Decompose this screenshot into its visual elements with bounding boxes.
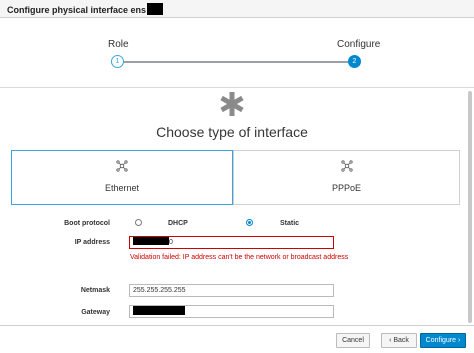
gateway-label: Gateway — [81, 309, 110, 316]
step-role-label: Role — [108, 39, 129, 50]
back-button[interactable]: ‹ Back — [381, 333, 417, 348]
dialog-body: Choose type of interface Ethernet PPPoE … — [0, 89, 474, 325]
type-card-ethernet-label: Ethernet — [104, 183, 140, 193]
dialog-title-text: Configure physical interface ens — [7, 5, 147, 15]
radio-static[interactable] — [246, 219, 253, 226]
ip-address-input[interactable]: 0 — [129, 236, 334, 249]
body-scrollbar[interactable] — [468, 89, 473, 325]
step-role-dot[interactable]: 1 — [111, 55, 124, 68]
asterisk-icon — [220, 92, 244, 116]
step-configure-dot: 2 — [348, 55, 361, 68]
ip-address-label: IP address — [74, 239, 110, 246]
dialog-title: Configure physical interface ens — [7, 3, 164, 15]
ip-address-suffix: 0 — [169, 239, 173, 246]
interface-type-heading: Choose type of interface — [156, 124, 308, 140]
step-configure-label: Configure — [337, 39, 381, 50]
wizard-steps: Role Configure 1 2 — [0, 18, 474, 88]
type-card-pppoe-label: PPPoE — [331, 183, 362, 193]
redacted-interface-name — [147, 3, 164, 15]
dialog-footer: Cancel ‹ Back Configure › — [0, 325, 474, 353]
redacted-ip-prefix — [133, 237, 169, 245]
netmask-input[interactable]: 255.255.255.255 — [129, 284, 334, 297]
radio-dhcp-label[interactable]: DHCP — [168, 220, 188, 227]
radio-dhcp[interactable] — [135, 219, 142, 226]
configure-button[interactable]: Configure › — [420, 333, 466, 348]
ip-validation-error: Validation failed: IP address can't be t… — [130, 254, 349, 261]
scrollbar-thumb[interactable] — [468, 91, 472, 323]
boot-protocol-label: Boot protocol — [64, 220, 110, 227]
redacted-gateway — [133, 306, 185, 315]
type-card-ethernet[interactable]: Ethernet — [11, 150, 233, 205]
step-progress-line — [124, 61, 348, 63]
network-icon — [340, 160, 353, 172]
network-icon — [116, 160, 128, 172]
cancel-button[interactable]: Cancel — [336, 333, 370, 348]
radio-static-label[interactable]: Static — [280, 220, 299, 227]
netmask-label: Netmask — [80, 287, 110, 294]
configure-interface-dialog: Configure physical interface ens Role Co… — [0, 0, 474, 353]
gateway-input[interactable] — [129, 305, 334, 318]
dialog-titlebar: Configure physical interface ens — [0, 0, 474, 18]
type-card-pppoe[interactable]: PPPoE — [233, 150, 460, 205]
